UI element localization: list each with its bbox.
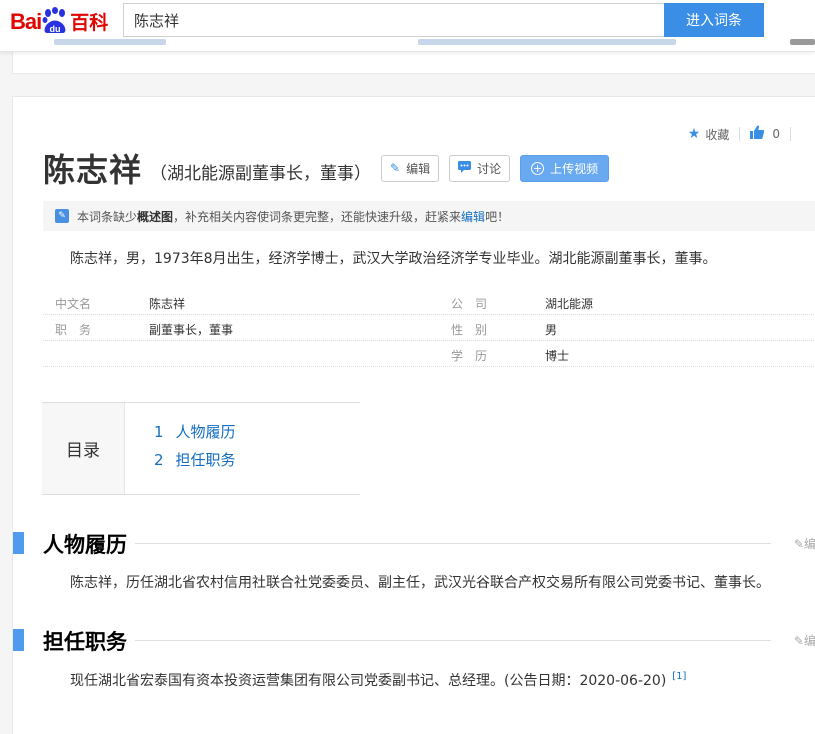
toc-label: 目录 <box>42 403 125 494</box>
star-icon[interactable]: ★ <box>688 126 701 142</box>
missing-image-notice: ✎ 本词条缺少 概述图 ，补充相关内容使词条更完整，还能快速升级，赶紧来 编辑 吧！ <box>43 201 815 231</box>
section-marker <box>13 629 24 651</box>
divider <box>739 127 741 141</box>
section-divider <box>135 640 771 641</box>
entry-tools: ★ 收藏 0 <box>688 125 801 143</box>
notice-edit-link[interactable]: 编辑 <box>461 208 485 225</box>
info-key: 性 别 <box>451 323 488 337</box>
toc-item-number: 2 <box>154 451 164 469</box>
info-row: 职 务 副董事长，董事 性 别 男 <box>43 315 815 341</box>
section-edit-label: 编 <box>803 634 815 648</box>
pencil-icon: ✎ <box>793 537 804 551</box>
info-row: 学 历 博士 <box>43 341 815 367</box>
toc-item-career[interactable]: 1 人物履历 <box>154 421 236 442</box>
section-title: 人物履历 <box>43 533 127 557</box>
entry-title: 陈志祥 <box>43 151 143 189</box>
notice-text-before: 本词条缺少 <box>77 209 138 224</box>
section-paragraph-wrap: 现任湖北省宏泰国有资本投资运营集团有限公司党委副书记、总经理。(公告日期：202… <box>70 670 686 690</box>
entry-subtitle: （湖北能源副董事长，董事） <box>150 163 372 184</box>
info-row: 中文名 陈志祥 公 司 湖北能源 <box>43 289 815 315</box>
notice-text-middle: ，补充相关内容使词条更完整，还能快速升级，赶紧来 <box>173 209 462 224</box>
section-paragraph: 陈志祥，历任湖北省农村信用社联合社党委委员、副主任，武汉光谷联合产权交易所有限公… <box>70 575 770 591</box>
info-key: 学 历 <box>451 349 488 363</box>
pencil-icon: ✎ <box>390 161 401 175</box>
entry-card: ★ 收藏 0 陈志祥 （湖北能源副董事长，董事） ✎ 编辑 讨论 + 上传视频 … <box>12 96 815 734</box>
entry-summary: 陈志祥，男，1973年8月出生，经济学博士，武汉大学政治经济学专业毕业。湖北能源… <box>70 251 717 267</box>
plus-circle-icon: + <box>531 161 545 175</box>
collect-label[interactable]: 收藏 <box>705 126 729 143</box>
logo-baike-text: 百科 <box>70 12 109 34</box>
search-box: 进入词条 <box>123 3 764 37</box>
reference-link[interactable]: [1] <box>672 671 686 682</box>
pencil-icon: ✎ <box>55 209 69 223</box>
faded-nav-link <box>418 39 676 45</box>
section-paragraph: 现任湖北省宏泰国有资本投资运营集团有限公司党委副书记、总经理。(公告日期：202… <box>70 673 667 689</box>
section-marker <box>13 532 24 554</box>
toc-item-label: 担任职务 <box>175 451 236 469</box>
section-edit-label: 编 <box>803 537 815 551</box>
title-row: 陈志祥 （湖北能源副董事长，董事） ✎ 编辑 讨论 + 上传视频 <box>43 145 610 191</box>
like-count: 0 <box>772 127 780 141</box>
toc-item-number: 1 <box>154 423 164 441</box>
upload-video-button[interactable]: + 上传视频 <box>520 154 610 182</box>
enter-entry-button[interactable]: 进入词条 <box>664 3 764 37</box>
upload-video-label: 上传视频 <box>550 161 599 176</box>
section-title: 担任职务 <box>43 630 127 654</box>
faded-nav-link <box>790 39 815 45</box>
thumbs-up-icon[interactable] <box>750 125 765 143</box>
faded-nav-link <box>54 39 166 45</box>
basic-info-box: 中文名 陈志祥 公 司 湖北能源 职 务 副董事长，董事 性 别 男 学 历 博… <box>43 289 815 367</box>
section-positions: 担任职务 ✎编 <box>13 624 815 654</box>
section-career: 人物履历 ✎编 <box>13 527 815 557</box>
discuss-button-label: 讨论 <box>477 161 502 176</box>
search-input[interactable] <box>124 4 664 36</box>
info-key: 中文名 <box>55 297 92 311</box>
section-edit-button[interactable]: ✎编 <box>794 632 815 649</box>
info-value: 男 <box>545 323 558 337</box>
baidu-paw-icon: du <box>42 7 68 35</box>
info-value: 副董事长，董事 <box>149 323 234 337</box>
edit-button[interactable]: ✎ 编辑 <box>381 154 440 182</box>
toc-item-label: 人物履历 <box>175 423 236 441</box>
info-key: 职 务 <box>55 323 92 337</box>
table-of-contents: 目录 1 人物履历 2 担任职务 <box>42 402 360 495</box>
logo-du-text: du <box>50 24 61 34</box>
discuss-button[interactable]: 讨论 <box>449 154 511 182</box>
faded-subnav <box>0 37 815 51</box>
notice-text-after: 吧！ <box>485 209 510 224</box>
notice-bold: 概述图 <box>137 209 174 224</box>
pencil-icon: ✎ <box>793 634 804 648</box>
info-value: 博士 <box>545 349 570 363</box>
divider <box>790 127 791 141</box>
info-value: 陈志祥 <box>149 297 186 311</box>
section-edit-button[interactable]: ✎编 <box>794 535 815 552</box>
info-key: 公 司 <box>451 297 488 311</box>
edit-button-label: 编辑 <box>406 161 431 176</box>
chat-bubble-icon <box>458 160 472 176</box>
section-divider <box>135 543 771 544</box>
previous-card-edge <box>12 52 815 74</box>
logo-bai-text: Bai <box>10 9 42 34</box>
info-value: 湖北能源 <box>545 297 594 311</box>
toc-item-positions[interactable]: 2 担任职务 <box>154 449 236 470</box>
baidu-baike-logo[interactable]: Bai du 百科 <box>10 5 108 35</box>
top-bar: Bai du 百科 进入词条 <box>0 0 815 52</box>
